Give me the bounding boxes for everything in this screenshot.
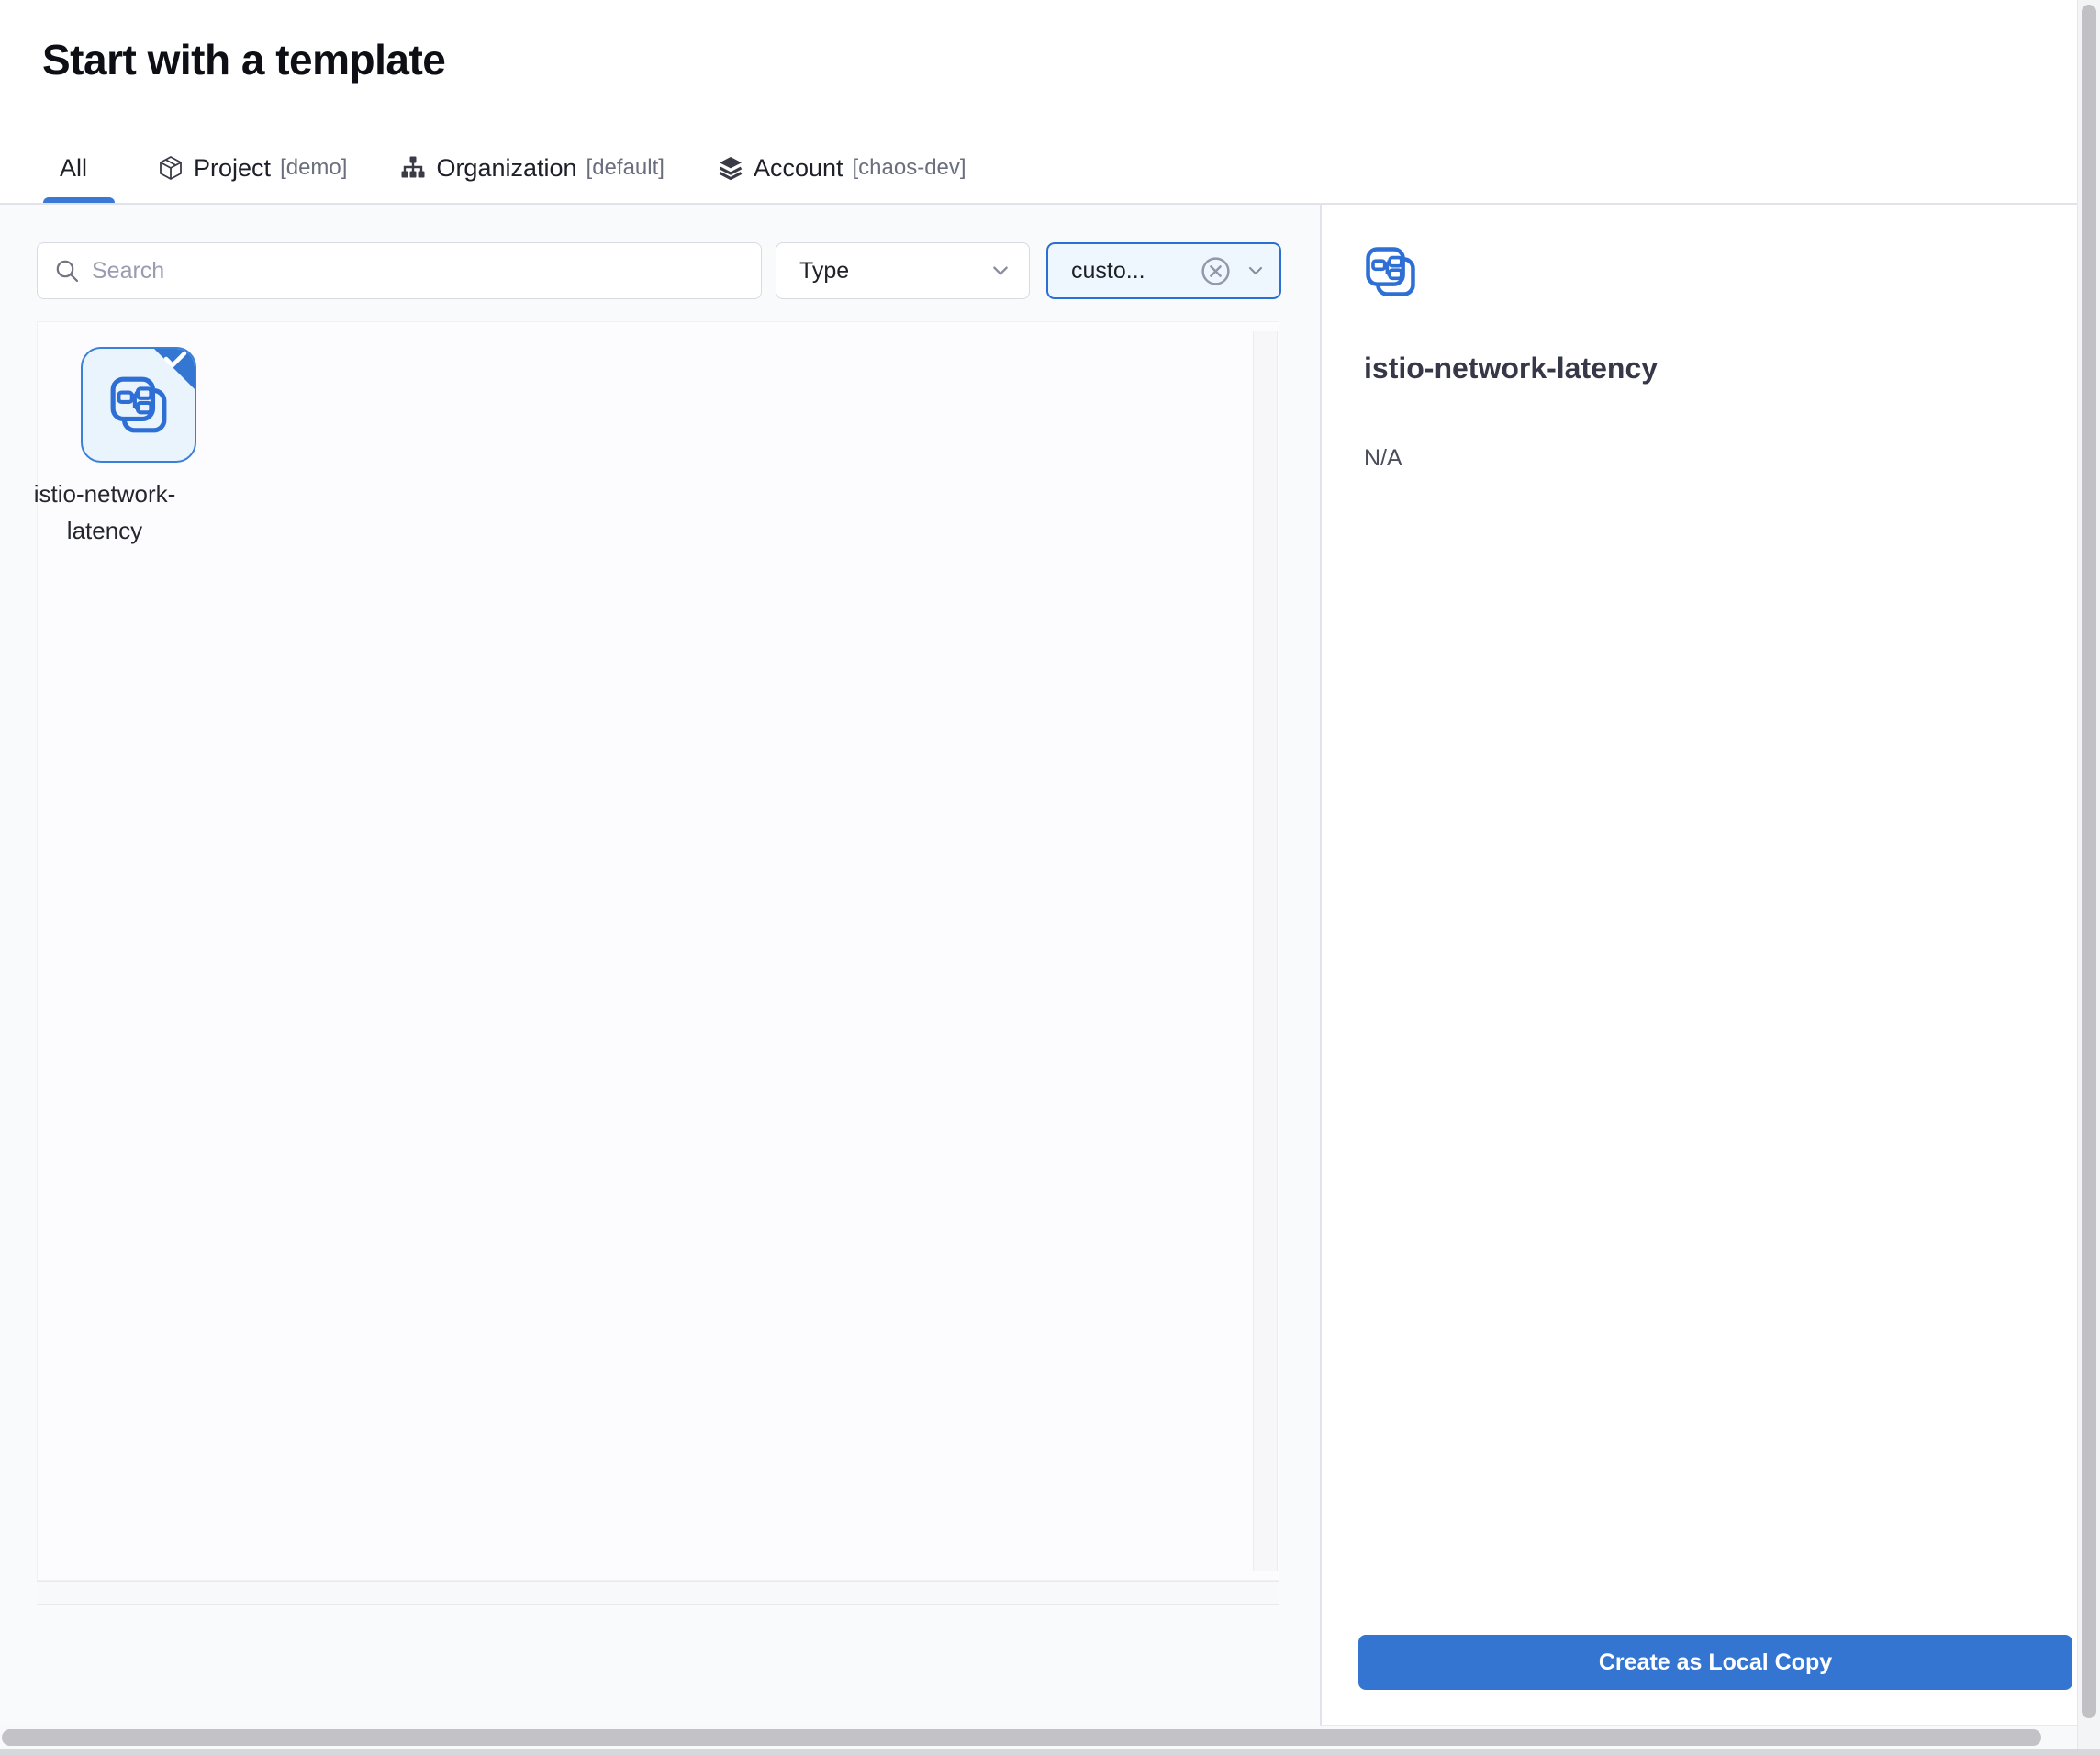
tab-project-label: Project	[194, 154, 271, 183]
page-title: Start with a template	[42, 35, 445, 84]
type-filter-label: Type	[799, 258, 849, 285]
grid-scrollbar-track[interactable]	[1253, 331, 1278, 1571]
active-filter-label: custo...	[1071, 258, 1185, 285]
search-box	[37, 242, 762, 299]
vertical-scrollbar-thumb[interactable]	[2082, 5, 2096, 1718]
template-details-panel: istio-network-latency N/A Create as Loca…	[1320, 205, 2077, 1726]
chevron-down-icon	[1246, 262, 1265, 280]
template-name: istio-network-latency	[0, 475, 210, 549]
chevron-down-icon	[990, 261, 1011, 281]
tab-project-scope: [demo]	[280, 155, 347, 181]
template-browser: Type custo...	[0, 205, 1320, 1755]
horizontal-scrollbar-thumb[interactable]	[2, 1729, 2041, 1746]
tab-account-scope: [chaos-dev]	[853, 155, 966, 181]
tab-account-label: Account	[754, 154, 843, 183]
clear-filter-icon[interactable]	[1199, 254, 1233, 288]
type-filter-dropdown[interactable]: Type	[776, 242, 1030, 299]
tab-project[interactable]: Project [demo]	[158, 154, 347, 183]
cube-icon	[158, 155, 184, 181]
tab-organization[interactable]: Organization [default]	[400, 154, 665, 183]
tab-account[interactable]: Account [chaos-dev]	[718, 154, 966, 183]
template-tile	[81, 347, 196, 463]
template-grid-footer	[37, 1581, 1279, 1605]
tab-organization-scope: [default]	[586, 155, 665, 181]
search-input[interactable]	[92, 258, 744, 285]
search-icon	[54, 258, 80, 284]
org-chart-icon	[400, 155, 426, 181]
details-title: istio-network-latency	[1364, 352, 1658, 386]
layers-icon	[718, 155, 743, 181]
active-filter-chip[interactable]: custo...	[1046, 242, 1281, 299]
tab-all-label: All	[60, 154, 87, 183]
scope-tabs: All Project [demo] Organization [default…	[42, 143, 966, 193]
workflow-template-icon	[1364, 245, 1417, 298]
tab-all[interactable]: All	[42, 154, 105, 183]
details-description: N/A	[1364, 445, 1402, 472]
tab-organization-label: Organization	[436, 154, 576, 183]
window-bottom-edge	[0, 1749, 2100, 1755]
selected-checkmark-badge	[152, 347, 196, 391]
start-with-template-dialog: Start with a template All Project [demo]…	[0, 0, 2100, 1755]
template-card-istio-network-latency[interactable]: istio-network-latency	[81, 347, 356, 549]
create-as-local-copy-button[interactable]: Create as Local Copy	[1358, 1635, 2072, 1690]
